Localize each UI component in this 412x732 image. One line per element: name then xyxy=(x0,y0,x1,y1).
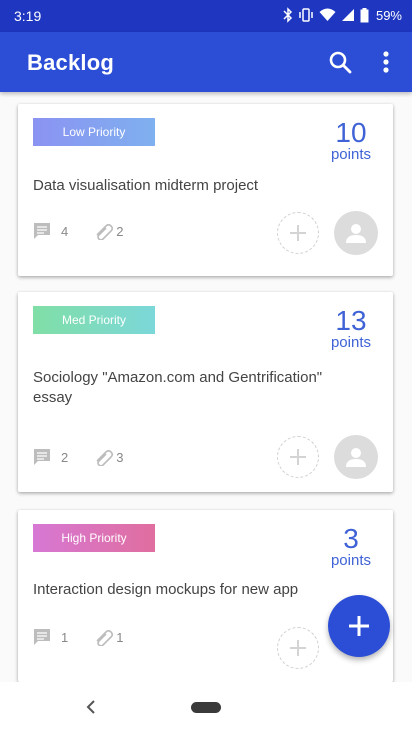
avatar[interactable] xyxy=(334,211,378,255)
points-display: 10 points xyxy=(330,117,371,163)
person-icon xyxy=(346,224,366,243)
task-meta: 4 2 xyxy=(33,222,149,240)
avatar[interactable] xyxy=(334,435,378,479)
points-unit: points xyxy=(330,552,371,569)
attachment-count: 3 xyxy=(116,449,124,465)
task-meta: 2 3 xyxy=(33,448,149,466)
add-member-button[interactable] xyxy=(277,627,319,669)
system-nav-bar xyxy=(0,682,412,732)
comment-icon xyxy=(34,449,50,465)
task-meta: 1 1 xyxy=(33,628,149,646)
plus-icon xyxy=(290,640,306,656)
comment-count: 2 xyxy=(61,449,69,465)
search-button[interactable] xyxy=(324,46,356,78)
task-card[interactable]: High Priority 3 points Interaction desig… xyxy=(18,510,393,682)
status-icons: 59% xyxy=(283,7,402,23)
battery-icon xyxy=(360,7,369,22)
add-member-button[interactable] xyxy=(277,436,319,478)
bluetooth-icon xyxy=(283,7,293,23)
add-icon xyxy=(349,616,369,636)
comment-icon xyxy=(34,629,50,645)
points-value: 3 xyxy=(343,523,359,554)
attachment-icon xyxy=(96,629,114,646)
more-vert-icon xyxy=(383,51,389,73)
points-display: 3 points xyxy=(330,523,371,569)
points-unit: points xyxy=(330,146,371,163)
overflow-menu-button[interactable] xyxy=(374,46,398,78)
points-value: 13 xyxy=(335,305,367,336)
points-display: 13 points xyxy=(330,305,371,351)
backlog-list[interactable]: Low Priority 10 points Data visualisatio… xyxy=(0,92,412,682)
plus-icon xyxy=(290,225,306,241)
back-button[interactable] xyxy=(80,696,102,718)
back-chevron-icon xyxy=(86,700,95,714)
person-icon xyxy=(346,448,366,467)
task-card[interactable]: Med Priority 13 points Sociology "Amazon… xyxy=(18,292,393,492)
comment-icon xyxy=(34,223,50,239)
wifi-icon xyxy=(319,8,336,21)
page-title: Backlog xyxy=(27,50,114,75)
signal-icon xyxy=(341,9,354,21)
search-icon xyxy=(329,51,352,74)
points-unit: points xyxy=(330,334,371,351)
points-value: 10 xyxy=(335,117,367,148)
attachment-count: 2 xyxy=(116,223,124,239)
comment-count: 1 xyxy=(61,629,69,645)
battery-percentage: 59% xyxy=(375,7,402,23)
add-member-button[interactable] xyxy=(277,212,319,254)
status-bar: 3:19 59% xyxy=(0,0,412,32)
priority-badge: High Priority xyxy=(33,524,155,552)
task-title: Data visualisation midterm project xyxy=(33,177,259,194)
attachment-count: 1 xyxy=(116,629,124,645)
task-card[interactable]: Low Priority 10 points Data visualisatio… xyxy=(18,104,393,276)
attachment-icon xyxy=(96,223,114,240)
add-task-button[interactable] xyxy=(328,595,390,657)
status-time: 3:19 xyxy=(14,8,42,24)
plus-icon xyxy=(290,449,306,465)
task-title: Interaction design mockups for new app xyxy=(33,581,299,598)
vibrate-icon xyxy=(299,8,313,22)
comment-count: 4 xyxy=(61,223,69,239)
app-bar: Backlog xyxy=(0,32,412,92)
priority-badge: Med Priority xyxy=(33,306,155,334)
home-button[interactable] xyxy=(191,702,221,713)
attachment-icon xyxy=(96,449,114,466)
task-title: Sociology "Amazon.com and Gentrification… xyxy=(33,369,323,406)
priority-badge: Low Priority xyxy=(33,118,155,146)
